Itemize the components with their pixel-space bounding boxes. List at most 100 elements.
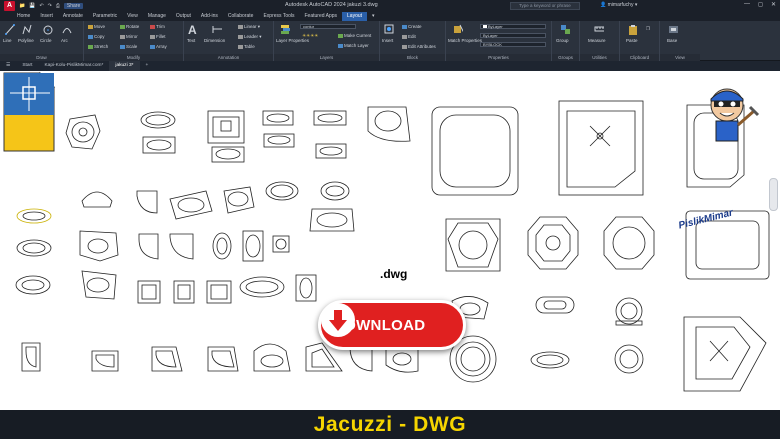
circle-icon[interactable] (43, 24, 53, 35)
ribbon-options-icon[interactable]: ▾ (367, 12, 380, 21)
tab-output[interactable]: Output (171, 12, 196, 21)
jacuzzi-block[interactable] (136, 190, 158, 214)
line-icon[interactable] (5, 24, 15, 35)
undo-icon[interactable]: ↶ (39, 3, 43, 9)
drawing-canvas[interactable]: .dwg DOWNLOAD PislikMimar (0, 71, 780, 410)
search-input[interactable]: Type a keyword or phrase (510, 2, 580, 10)
jacuzzi-block[interactable] (445, 218, 501, 272)
trim-tool[interactable]: Trim (150, 24, 165, 29)
linear-tool[interactable]: Linear ▾ (238, 24, 260, 30)
vertical-scrollbar[interactable] (769, 178, 778, 211)
jacuzzi-block[interactable] (91, 350, 119, 372)
view-panel-label[interactable]: View (660, 54, 700, 61)
jacuzzi-block[interactable] (169, 190, 213, 220)
jacuzzi-block[interactable] (211, 146, 245, 163)
jacuzzi-block[interactable] (21, 342, 41, 372)
jacuzzi-block[interactable] (272, 235, 290, 253)
jacuzzi-block[interactable] (683, 316, 767, 392)
base-view-icon[interactable] (668, 24, 678, 35)
jacuzzi-block[interactable] (263, 133, 295, 148)
tab-express-tools[interactable]: Express Tools (258, 12, 299, 21)
download-button[interactable]: DOWNLOAD (318, 300, 466, 350)
jacuzzi-block[interactable] (140, 111, 176, 129)
jacuzzi-block[interactable] (527, 216, 579, 270)
jacuzzi-block[interactable] (239, 276, 285, 298)
copy-clip-icon[interactable]: ❐ (646, 26, 650, 32)
color-dropdown[interactable]: ByLayer (480, 24, 546, 29)
block-panel-label[interactable]: Block (380, 54, 445, 61)
jacuzzi-block[interactable] (367, 106, 411, 142)
paste-icon[interactable] (628, 24, 638, 35)
tab-parametric[interactable]: Parametric (88, 12, 122, 21)
modify-panel-label[interactable]: Modify (84, 54, 183, 61)
leader-tool[interactable]: Leader ▾ (238, 34, 262, 40)
jacuzzi-block[interactable] (320, 181, 350, 201)
jacuzzi-block[interactable] (169, 233, 194, 260)
measure-icon[interactable] (594, 24, 604, 35)
fillet-tool[interactable]: Fillet (150, 34, 166, 39)
properties-panel-label[interactable]: Properties (446, 54, 551, 61)
jacuzzi-block[interactable] (151, 346, 183, 372)
jacuzzi-block[interactable] (206, 280, 232, 304)
arc-tool-label[interactable]: Arc (61, 38, 68, 43)
layer-dropdown[interactable]: contur (300, 24, 356, 29)
match-properties-label[interactable]: Match Properties (448, 38, 482, 43)
jacuzzi-block[interactable] (223, 186, 255, 214)
tab-insert[interactable]: Insert (35, 12, 58, 21)
jacuzzi-block[interactable] (558, 100, 644, 196)
share-button[interactable]: Share (63, 3, 84, 9)
edit-block-tool[interactable]: Edit (402, 34, 416, 39)
application-menu-icon[interactable]: ☰ (0, 61, 16, 71)
tab-featured-apps[interactable]: Featured Apps (300, 12, 343, 21)
table-tool[interactable]: Table (238, 44, 255, 49)
maximize-icon[interactable]: ◻ (758, 1, 763, 8)
move-tool[interactable]: Move (88, 24, 105, 29)
array-tool[interactable]: Array (150, 44, 167, 49)
jacuzzi-block[interactable] (207, 110, 245, 144)
layer-state-icons[interactable]: ☀☀☀☀ (302, 33, 318, 39)
jacuzzi-block[interactable] (431, 106, 519, 196)
line-tool-label[interactable]: Line (3, 38, 12, 43)
edit-attributes-tool[interactable]: Edit Attributes (402, 44, 436, 49)
text-tool-label[interactable]: Text (187, 38, 195, 43)
base-tool-label[interactable]: Base (667, 38, 677, 43)
layers-panel-label[interactable]: Layers (274, 54, 379, 61)
jacuzzi-block[interactable] (242, 230, 264, 262)
jacuzzi-block[interactable] (535, 296, 575, 314)
jacuzzi-block[interactable] (615, 297, 643, 326)
scale-tool[interactable]: Scale (120, 44, 137, 49)
tab-layout[interactable]: Layout (342, 12, 368, 21)
rotate-tool[interactable]: Rotate (120, 24, 139, 29)
doc-tab-jakuzi[interactable]: jakuzi 3* (109, 61, 140, 71)
circle-tool-label[interactable]: Circle (40, 38, 52, 43)
redo-icon[interactable]: ↷ (48, 3, 52, 9)
layer-properties-icon[interactable] (280, 24, 290, 35)
jacuzzi-block[interactable] (15, 275, 51, 295)
user-account[interactable]: 👤 mimarfuchy ▾ (600, 2, 637, 8)
minimize-icon[interactable]: — (744, 1, 750, 8)
polyline-tool-label[interactable]: Polyline (18, 38, 34, 43)
insert-block-icon[interactable] (384, 24, 394, 35)
insert-tool-label[interactable]: Insert (382, 38, 393, 43)
jacuzzi-block[interactable] (79, 230, 119, 262)
measure-tool-label[interactable]: Measure (588, 38, 606, 43)
jacuzzi-block[interactable] (313, 110, 347, 126)
open-icon[interactable]: 📁 (19, 3, 25, 9)
jacuzzi-block[interactable] (315, 143, 347, 159)
tab-add-ins[interactable]: Add-ins (196, 12, 223, 21)
text-icon[interactable]: A (188, 23, 197, 37)
jacuzzi-block[interactable] (138, 233, 159, 260)
utilities-panel-label[interactable]: Utilities (580, 54, 619, 61)
jacuzzi-block[interactable] (16, 208, 52, 224)
mirror-tool[interactable]: Mirror (120, 34, 138, 39)
make-current-tool[interactable]: Make Current (338, 33, 371, 38)
jacuzzi-block[interactable] (16, 239, 52, 257)
jacuzzi-block[interactable] (173, 280, 195, 304)
tab-collaborate[interactable]: Collaborate (223, 12, 259, 21)
jacuzzi-block[interactable] (212, 232, 232, 260)
jacuzzi-block[interactable] (81, 270, 117, 300)
jacuzzi-block[interactable] (603, 216, 655, 270)
app-logo-button[interactable]: A (4, 1, 15, 11)
jacuzzi-block[interactable] (530, 351, 570, 369)
save-icon[interactable]: 💾 (29, 3, 35, 9)
